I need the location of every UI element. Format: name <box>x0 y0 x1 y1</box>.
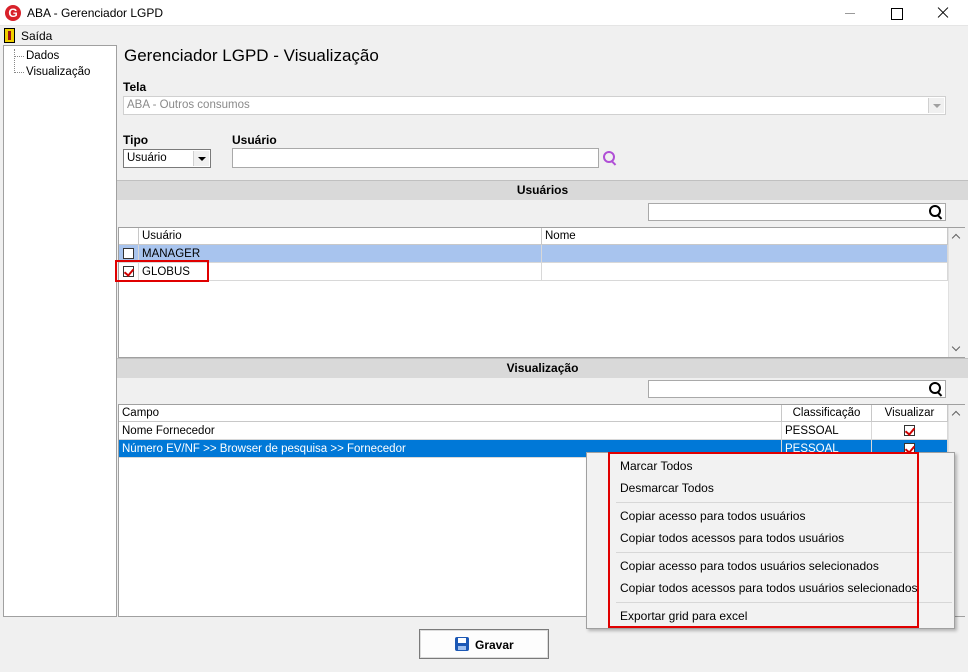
page-title: Gerenciador LGPD - Visualização <box>124 46 379 65</box>
search-icon[interactable] <box>929 205 943 219</box>
usuario-label: Usuário <box>232 133 277 147</box>
chevron-down-icon <box>193 151 209 166</box>
menu-item-exit[interactable]: Saída <box>21 29 52 43</box>
row-checkbox[interactable] <box>123 248 134 259</box>
tela-select-value: ABA - Outros consumos <box>127 99 250 111</box>
save-button-label: Gravar <box>475 638 514 652</box>
table-cell-visualizar <box>872 422 948 440</box>
grid-header-nome[interactable]: Nome <box>542 228 948 245</box>
tipo-select[interactable]: Usuário <box>123 149 211 168</box>
usuario-input[interactable] <box>232 148 599 168</box>
floppy-disk-icon <box>455 637 469 651</box>
highlight-box <box>608 452 919 628</box>
grid-header-select <box>119 228 139 245</box>
menu-bar: Saída <box>0 26 968 45</box>
tree-connector <box>14 72 24 73</box>
tree-connector <box>14 49 15 73</box>
grid-header-classificacao[interactable]: Classificação <box>782 405 872 422</box>
scroll-up-icon[interactable] <box>949 230 965 244</box>
window-title: ABA - Gerenciador LGPD <box>27 6 164 20</box>
search-icon[interactable] <box>603 151 617 165</box>
visualizacao-search-input[interactable] <box>648 380 946 398</box>
maximize-button[interactable] <box>873 0 919 26</box>
usuarios-grid: Usuário Nome MANAGER GLOBUS <box>118 227 965 358</box>
navigation-tree: Dados Visualização <box>3 45 117 617</box>
grid-header-usuario[interactable]: Usuário <box>139 228 542 245</box>
chevron-down-icon <box>928 98 944 113</box>
tipo-select-value: Usuário <box>127 152 167 164</box>
table-cell-campo[interactable]: Nome Fornecedor <box>119 422 782 440</box>
grid-header-visualizar[interactable]: Visualizar <box>872 405 948 422</box>
usuarios-section-header: Usuários <box>117 180 968 200</box>
highlight-box <box>115 260 209 282</box>
scroll-down-icon[interactable] <box>949 342 965 356</box>
exit-door-icon[interactable] <box>4 28 15 43</box>
tela-select[interactable]: ABA - Outros consumos <box>123 96 946 115</box>
table-cell-nome[interactable] <box>542 245 948 263</box>
visualizacao-section-header: Visualização <box>117 358 968 378</box>
scroll-up-icon[interactable] <box>949 407 965 421</box>
minimize-button[interactable] <box>827 0 873 26</box>
tela-label: Tela <box>123 80 147 94</box>
tree-connector <box>14 56 24 57</box>
table-cell-nome[interactable] <box>542 263 948 281</box>
title-bar: G ABA - Gerenciador LGPD <box>0 0 968 26</box>
save-button[interactable]: Gravar <box>419 629 549 659</box>
tree-item-dados[interactable]: Dados <box>26 50 59 62</box>
visualizar-checkbox-checked[interactable] <box>904 425 915 436</box>
tree-item-visualizacao[interactable]: Visualização <box>26 66 90 78</box>
app-logo-icon: G <box>5 5 21 21</box>
usuarios-search-input[interactable] <box>648 203 946 221</box>
tipo-label: Tipo <box>123 133 149 147</box>
search-icon[interactable] <box>929 382 943 396</box>
close-button[interactable] <box>919 0 965 26</box>
grid-header-campo[interactable]: Campo <box>119 405 782 422</box>
table-cell-classificacao[interactable]: PESSOAL <box>782 422 872 440</box>
usuarios-scrollbar[interactable] <box>948 228 965 357</box>
